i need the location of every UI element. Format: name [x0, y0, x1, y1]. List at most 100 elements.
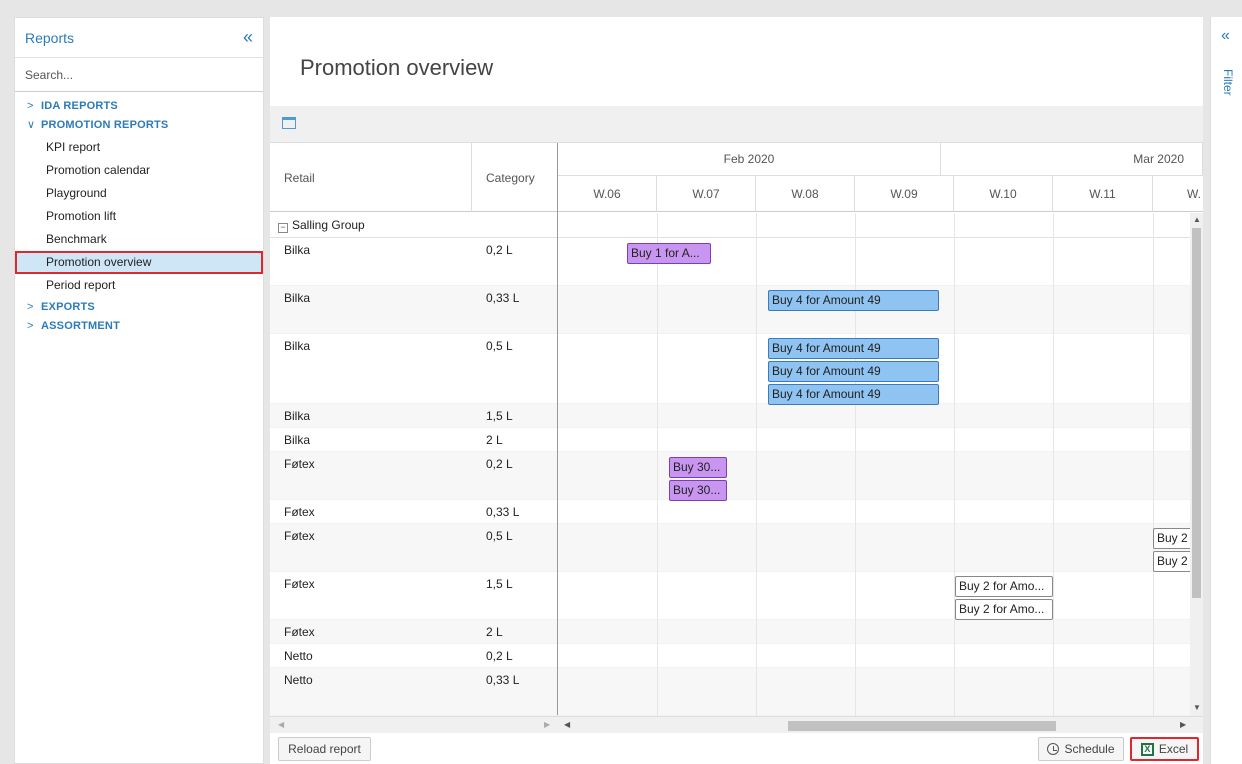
tree-item-playground[interactable]: Playground [15, 182, 263, 205]
grid-header-left: Retail Category [270, 143, 558, 212]
week-divider [657, 213, 658, 716]
retail-cell: Bilka [284, 243, 311, 257]
report-main: Promotion overview Retail Category Feb 2… [270, 17, 1203, 764]
schedule-label: Schedule [1064, 742, 1115, 756]
table-row: Bilka 0,2 L [270, 238, 1190, 286]
retail-cell: Føtex [284, 529, 315, 543]
excel-export-button[interactable]: X Excel [1130, 737, 1199, 761]
tree-item-promotion-overview[interactable]: Promotion overview [15, 251, 263, 274]
category-cell: 0,33 L [486, 291, 520, 305]
scroll-up-icon[interactable]: ▲ [1193, 215, 1201, 224]
search-input[interactable] [25, 67, 253, 82]
category-cell: 0,33 L [486, 505, 520, 519]
scroll-right-icon[interactable]: ▶ [544, 720, 550, 729]
vertical-scrollbar[interactable]: ▲ ▼ [1190, 213, 1203, 716]
tree-item-promotion-lift[interactable]: Promotion lift [15, 205, 263, 228]
sidebar-title: Reports [25, 29, 75, 46]
calendar-icon[interactable] [282, 117, 296, 129]
tree-group-label: EXPORTS [41, 300, 95, 313]
table-row: Føtex 0,33 L [270, 500, 1190, 524]
tree-item-promotion-calendar[interactable]: Promotion calendar [15, 159, 263, 182]
filter-tab[interactable]: Filter [1221, 69, 1235, 96]
category-cell: 1,5 L [486, 577, 513, 591]
category-cell: 0,2 L [486, 457, 513, 471]
promotion-bar[interactable]: Buy 1 for A... [627, 243, 711, 264]
retail-cell: Netto [284, 649, 313, 663]
promotion-bar[interactable]: Buy 2 [1153, 551, 1193, 572]
week-divider [756, 213, 757, 716]
promotion-bar[interactable]: Buy 4 for Amount 49 [768, 361, 939, 382]
schedule-button[interactable]: Schedule [1038, 737, 1124, 761]
week-header: W. [1153, 176, 1203, 212]
promotion-grid: Retail Category Feb 2020 Mar 2020 W.06 W… [270, 143, 1203, 716]
week-header: W.11 [1053, 176, 1153, 212]
promotion-bar[interactable]: Buy 2 [1153, 528, 1193, 549]
promotion-bar[interactable]: Buy 30... [669, 457, 727, 478]
retail-cell: Føtex [284, 505, 315, 519]
table-row: Bilka 0,33 L [270, 286, 1190, 334]
promotion-bar[interactable]: Buy 4 for Amount 49 [768, 290, 939, 311]
collapse-group-icon[interactable]: − [278, 223, 288, 233]
category-cell: 1,5 L [486, 409, 513, 423]
retail-cell: Føtex [284, 457, 315, 471]
excel-label: Excel [1158, 742, 1189, 756]
tree-item-benchmark[interactable]: Benchmark [15, 228, 263, 251]
table-row: Bilka 0,5 L [270, 334, 1190, 404]
report-tree: > IDA REPORTS ∨ PROMOTION REPORTS KPI re… [15, 92, 263, 333]
category-cell: 2 L [486, 625, 503, 639]
tree-group-label: IDA REPORTS [41, 99, 118, 112]
week-header: W.06 [558, 176, 657, 212]
tree-group-exports[interactable]: > EXPORTS [15, 299, 263, 314]
promotion-bar[interactable]: Buy 30... [669, 480, 727, 501]
week-header: W.07 [657, 176, 756, 212]
table-row: Føtex 2 L [270, 620, 1190, 644]
scroll-left-icon[interactable]: ◀ [564, 720, 570, 729]
promotion-bar[interactable]: Buy 2 for Amo... [955, 599, 1053, 620]
week-divider [1053, 213, 1054, 716]
expand-filter-icon[interactable]: « [1221, 27, 1230, 45]
tree-item-kpi-report[interactable]: KPI report [15, 136, 263, 159]
week-header: W.09 [855, 176, 954, 212]
tree-group-label: ASSORTMENT [41, 319, 120, 332]
group-row-salling[interactable]: − Salling Group [270, 213, 1190, 238]
promotion-bar[interactable]: Buy 4 for Amount 49 [768, 338, 939, 359]
scroll-right-icon[interactable]: ▶ [1180, 720, 1186, 729]
category-cell: 0,5 L [486, 529, 513, 543]
reload-report-button[interactable]: Reload report [278, 737, 371, 761]
reports-sidebar: Reports « > IDA REPORTS ∨ PROMOTION REPO… [14, 17, 264, 764]
page-title: Promotion overview [300, 55, 494, 80]
tree-item-period-report[interactable]: Period report [15, 274, 263, 297]
category-cell: 0,33 L [486, 673, 520, 687]
column-header-category[interactable]: Category [472, 143, 558, 212]
retail-cell: Bilka [284, 433, 311, 447]
tree-group-label: PROMOTION REPORTS [41, 118, 169, 131]
tree-group-promotion-reports[interactable]: ∨ PROMOTION REPORTS [15, 117, 263, 132]
collapse-sidebar-icon[interactable]: « [243, 27, 253, 48]
excel-icon: X [1140, 742, 1154, 756]
column-header-retail[interactable]: Retail [270, 143, 472, 212]
category-cell: 2 L [486, 433, 503, 447]
tree-group-assortment[interactable]: > ASSORTMENT [15, 318, 263, 333]
chevron-down-icon: ∨ [27, 119, 36, 131]
retail-cell: Netto [284, 673, 313, 687]
promotion-bar[interactable]: Buy 2 for Amo... [955, 576, 1053, 597]
tree-group-ida-reports[interactable]: > IDA REPORTS [15, 98, 263, 113]
scroll-down-icon[interactable]: ▼ [1193, 703, 1201, 712]
category-cell: 0,2 L [486, 649, 513, 663]
week-header: W.08 [756, 176, 855, 212]
filter-pane: « Filter [1210, 17, 1242, 764]
scroll-left-icon[interactable]: ◀ [278, 720, 284, 729]
vertical-scroll-thumb[interactable] [1192, 228, 1201, 598]
table-row: Bilka 2 L [270, 428, 1190, 452]
retail-cell: Føtex [284, 625, 315, 639]
horizontal-scrollbar[interactable]: ◀ ▶ ◀ ▶ [270, 716, 1203, 733]
sidebar-header: Reports « [15, 18, 263, 58]
sidebar-search [15, 58, 263, 92]
report-toolbar [270, 106, 1203, 143]
horizontal-scroll-thumb[interactable] [788, 721, 1056, 731]
promotion-bar[interactable]: Buy 4 for Amount 49 [768, 384, 939, 405]
month-header: Feb 2020 [558, 143, 941, 176]
chevron-right-icon: > [27, 300, 34, 313]
group-label: − Salling Group [270, 213, 379, 238]
table-row: Føtex 0,5 L [270, 524, 1190, 572]
